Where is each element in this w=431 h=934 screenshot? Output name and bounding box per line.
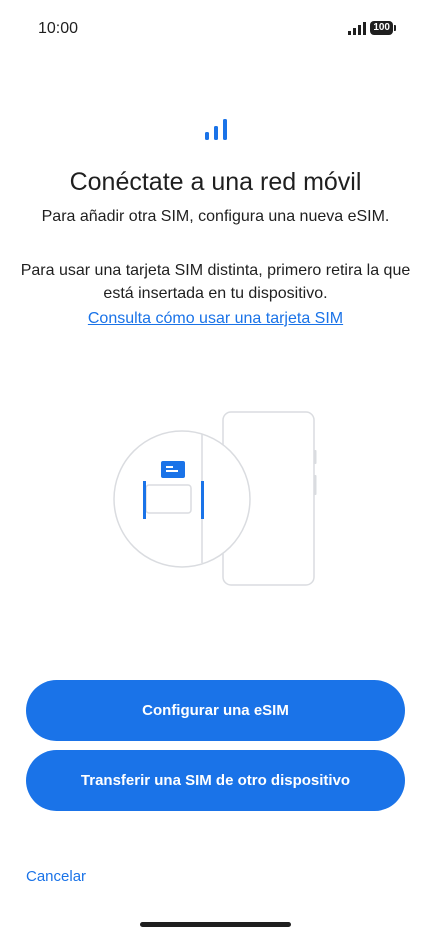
page-title: Conéctate a una red móvil — [69, 168, 362, 196]
status-time: 10:00 — [38, 20, 79, 37]
battery-icon: 100 — [370, 21, 396, 35]
transfer-sim-button[interactable]: Transferir una SIM de otro dispositivo — [26, 750, 405, 811]
sim-help-link[interactable]: Consulta cómo usar una tarjeta SIM — [0, 307, 431, 330]
sim-card-icon — [161, 461, 185, 478]
page-subtitle: Para añadir otra SIM, configura una nuev… — [41, 208, 390, 225]
cancel-button[interactable]: Cancelar — [26, 868, 86, 885]
home-indicator[interactable] — [140, 922, 291, 927]
sim-tray-illustration — [113, 411, 317, 586]
instruction-text: Para usar una tarjeta SIM distinta, prim… — [20, 262, 411, 302]
status-icons: 100 — [348, 21, 396, 35]
configure-esim-button[interactable]: Configurar una eSIM — [26, 680, 405, 741]
cellular-signal-icon — [205, 119, 227, 140]
signal-bars-icon — [348, 21, 367, 35]
status-bar: 10:00 100 — [0, 0, 431, 58]
